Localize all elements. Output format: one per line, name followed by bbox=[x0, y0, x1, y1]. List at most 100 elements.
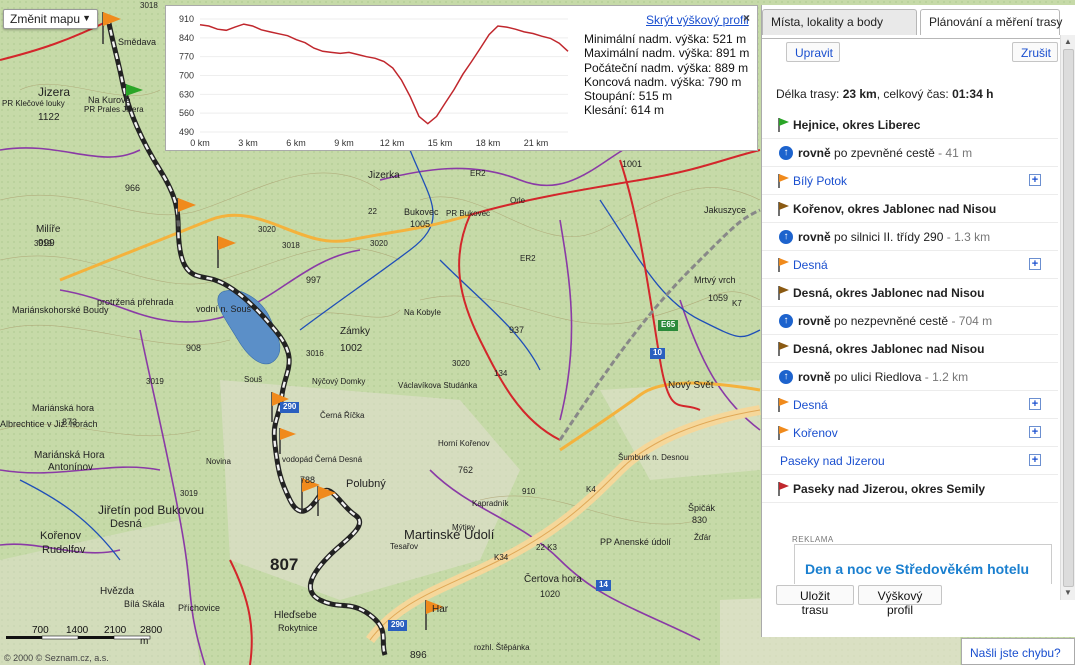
map-label: Václavíkova Studánka bbox=[398, 381, 478, 390]
ad-box[interactable]: Den a noc ve Středověkém hotelu bbox=[794, 544, 1052, 584]
waypoint-link[interactable]: Kořenov bbox=[793, 426, 838, 440]
map-label: Žďár bbox=[694, 533, 711, 542]
elevation-stat: Klesání: 614 m bbox=[584, 103, 665, 118]
map-label: vodní n. Souš bbox=[196, 304, 252, 314]
map-label: Mariánská hora bbox=[32, 403, 95, 413]
x-tick-label: 3 km bbox=[238, 138, 258, 148]
cancel-button[interactable]: Zrušit bbox=[1012, 42, 1058, 62]
waypoint-link[interactable]: Desná bbox=[793, 398, 828, 412]
road-number-label: 3019 bbox=[146, 377, 164, 386]
route-row-place: Paseky nad Jizerou, okres Semily bbox=[762, 475, 1058, 503]
road-number-label: 14 bbox=[596, 580, 611, 591]
step-distance: - 1.3 km bbox=[943, 230, 991, 244]
expand-plus-icon[interactable]: + bbox=[1029, 426, 1041, 438]
map-label: 830 bbox=[692, 515, 708, 525]
map-label: Smědava bbox=[118, 37, 157, 47]
map-type-label: Změnit mapu bbox=[10, 12, 81, 26]
x-tick-label: 0 km bbox=[190, 138, 210, 148]
road-number-label: 134 bbox=[494, 369, 508, 378]
road-number-label: ER2 bbox=[470, 169, 486, 178]
scroll-thumb[interactable] bbox=[1063, 49, 1074, 587]
map-label: Nýčový Domky bbox=[312, 377, 366, 386]
step-text: po silnici II. třídy 290 bbox=[830, 230, 944, 244]
chevron-down-icon: ▼ bbox=[82, 13, 91, 23]
route-row-place: Desná, okres Jablonec nad Nisou bbox=[762, 279, 1058, 307]
route-row-waypoint[interactable]: Paseky nad Jizerou + bbox=[762, 447, 1058, 475]
road-number-label: ER2 bbox=[520, 254, 536, 263]
expand-plus-icon[interactable]: + bbox=[1029, 454, 1041, 466]
y-tick-label: 630 bbox=[179, 89, 194, 99]
x-tick-label: 15 km bbox=[428, 138, 453, 148]
map-label: 1005 bbox=[410, 219, 431, 229]
expand-plus-icon[interactable]: + bbox=[1029, 174, 1041, 186]
map-label: 937 bbox=[509, 325, 525, 335]
waypoint-link[interactable]: Bílý Potok bbox=[793, 174, 847, 188]
map-label: 966 bbox=[125, 183, 141, 193]
map-label: Jizerka bbox=[368, 170, 400, 181]
route-row-place: Hejnice, okres Liberec bbox=[762, 111, 1058, 139]
step-text: po nezpevněné cestě bbox=[830, 314, 949, 328]
road-number-label: 3020 bbox=[452, 359, 470, 368]
step-text: po zpevněné cestě bbox=[830, 146, 935, 160]
map-label: Čertova hora bbox=[524, 574, 582, 585]
map-label: Jakuszyce bbox=[704, 205, 747, 215]
tab-route-planning[interactable]: Plánování a měření trasy bbox=[920, 9, 1062, 35]
close-icon[interactable]: × bbox=[743, 11, 750, 25]
waypoint-link[interactable]: Desná bbox=[793, 258, 828, 272]
panel-scrollbar[interactable]: ▲ ▼ bbox=[1060, 35, 1075, 600]
road-number-label: K4 bbox=[586, 485, 596, 494]
map-label: Jizera bbox=[38, 85, 71, 99]
place-name: Hejnice, okres Liberec bbox=[793, 118, 921, 132]
scroll-up-icon[interactable]: ▲ bbox=[1064, 37, 1072, 46]
map-label: Kořenov bbox=[40, 530, 81, 542]
map-label: vodopád Černá Desná bbox=[282, 455, 363, 464]
map-type-dropdown[interactable]: Změnit mapu ▼ bbox=[3, 9, 98, 29]
place-name: Desná, okres Jablonec nad Nisou bbox=[793, 286, 985, 300]
waypoint-link[interactable]: Paseky nad Jizerou bbox=[780, 454, 885, 468]
map-label: PR Bukovec bbox=[446, 209, 491, 218]
map-label: PP Anenské údolí bbox=[600, 537, 671, 547]
tab-places[interactable]: Místa, lokality a body bbox=[762, 9, 917, 35]
map-label: Polubný bbox=[346, 478, 386, 490]
direction-label: rovně bbox=[798, 370, 831, 384]
route-row-waypoint[interactable]: Desná + bbox=[762, 391, 1058, 419]
route-row-waypoint[interactable]: Bílý Potok + bbox=[762, 167, 1058, 195]
map-label: Albrechtice v Jiz. horách bbox=[0, 419, 98, 429]
elevation-line bbox=[199, 23, 569, 125]
step-distance: - 1.2 km bbox=[921, 370, 969, 384]
report-bug-link[interactable]: Našli jste chybu? bbox=[961, 638, 1075, 665]
ad-title[interactable]: Den a noc ve Středověkém hotelu bbox=[805, 561, 1029, 577]
route-row-waypoint[interactable]: Kořenov + bbox=[762, 419, 1058, 447]
elevation-stat: Počáteční nadm. výška: 889 m bbox=[584, 60, 749, 75]
elevation-stat: Koncová nadm. výška: 790 m bbox=[584, 74, 742, 89]
route-row-step: ↑ rovně po zpevněné cestě - 41 m bbox=[762, 139, 1058, 167]
map-label: Har bbox=[432, 604, 449, 615]
scale-label-2: 1400 bbox=[66, 625, 89, 636]
route-row-waypoint[interactable]: Desná + bbox=[762, 251, 1058, 279]
elevation-profile-button[interactable]: Výškový profil bbox=[858, 585, 942, 617]
route-time: 01:34 h bbox=[952, 87, 994, 101]
scale-label-4: 2800 m bbox=[140, 625, 163, 647]
map-label: Orle bbox=[510, 196, 526, 205]
scale-label-1: 700 bbox=[32, 625, 49, 636]
edit-button[interactable]: Upravit bbox=[786, 42, 840, 62]
scroll-down-icon[interactable]: ▼ bbox=[1064, 588, 1072, 597]
map-label: 788 bbox=[300, 475, 316, 485]
brown-flag-icon bbox=[778, 342, 789, 356]
elevation-stat: Stoupání: 515 m bbox=[584, 89, 673, 104]
map-label: 1122 bbox=[38, 112, 60, 123]
route-row-step: ↑ rovně po nezpevněné cestě - 704 m bbox=[762, 307, 1058, 335]
road-number-label: 3020 bbox=[370, 239, 388, 248]
expand-plus-icon[interactable]: + bbox=[1029, 258, 1041, 270]
orange-flag-icon bbox=[778, 174, 789, 188]
expand-plus-icon[interactable]: + bbox=[1029, 398, 1041, 410]
route-row-step: ↑ rovně po silnici II. třídy 290 - 1.3 km bbox=[762, 223, 1058, 251]
map-label: Rokytnice bbox=[278, 623, 318, 633]
elevation-stats: Minimální nadm. výška: 521 m Maximální na… bbox=[584, 32, 749, 118]
step-text: po ulici Riedlova bbox=[830, 370, 922, 384]
road-number-label: 3019 bbox=[34, 239, 52, 248]
hide-profile-link[interactable]: Skrýt výškový profil bbox=[646, 13, 749, 27]
save-route-button[interactable]: Uložit trasu bbox=[776, 585, 854, 617]
direction-arrow-icon: ↑ bbox=[779, 314, 793, 328]
y-tick-label: 560 bbox=[179, 108, 194, 118]
